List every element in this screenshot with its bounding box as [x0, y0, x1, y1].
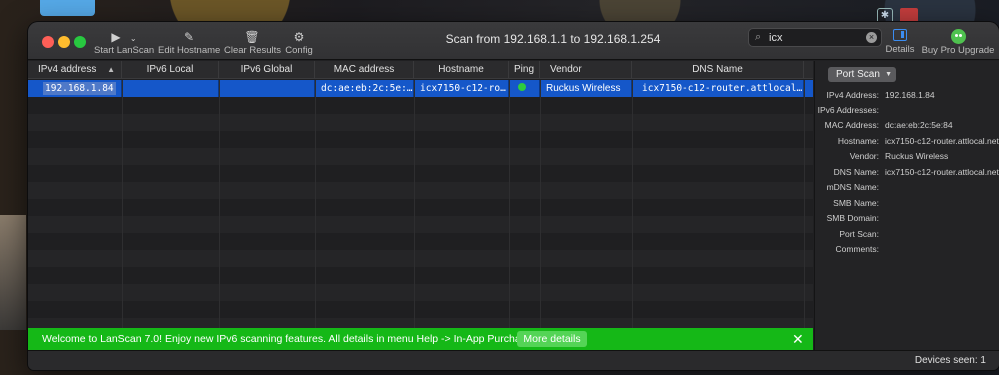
title-bar: ▶ ⌄ Start LanScan ✎ Edit Hostname 🗑 Clea…: [28, 22, 999, 60]
results-table: IPv4 address ▲ IPv6 Local IPv6 Global MA…: [28, 61, 813, 328]
table-row-empty: [28, 165, 813, 182]
column-divider: [315, 80, 316, 328]
column-header-mac[interactable]: MAC address: [315, 61, 414, 79]
column-divider: [219, 80, 220, 328]
window-title: Scan from 192.168.1.1 to 192.168.1.254: [445, 32, 661, 46]
column-header-ipv4[interactable]: IPv4 address ▲: [28, 61, 122, 79]
table-row-empty: [28, 250, 813, 267]
close-icon[interactable]: ✕: [792, 329, 804, 349]
column-divider: [509, 80, 510, 328]
close-window-button[interactable]: [42, 36, 54, 48]
trash-icon: 🗑: [244, 30, 260, 44]
column-header-ipv6-global[interactable]: IPv6 Global: [219, 61, 315, 79]
chevron-down-icon: ▼: [885, 71, 892, 78]
table-row-empty: [28, 267, 813, 284]
buy-pro-button[interactable]: Buy Pro Upgrade: [921, 29, 995, 56]
status-bar: Devices seen: 1: [28, 350, 999, 370]
table-row-empty: [28, 318, 813, 328]
table-body: 192.168.1.84 dc:ae:eb:2c:5e:84 icx7150-c…: [28, 80, 813, 328]
minimize-window-button[interactable]: [58, 36, 70, 48]
chevron-down-icon[interactable]: ⌄: [130, 34, 137, 43]
config-button[interactable]: ⚙ Config: [284, 29, 314, 59]
table-row-empty: [28, 131, 813, 148]
detail-smb-domain: SMB Domain:: [826, 213, 879, 223]
table-header: IPv4 address ▲ IPv6 Local IPv6 Global MA…: [28, 61, 813, 79]
column-header-dns[interactable]: DNS Name: [632, 61, 804, 79]
table-row-empty: [28, 284, 813, 301]
pencil-icon: ✎: [183, 30, 195, 44]
cell-ipv6-global: [219, 80, 315, 97]
more-details-button[interactable]: More details: [517, 331, 587, 347]
ping-online-icon: [518, 83, 526, 91]
column-header-hostname[interactable]: Hostname: [414, 61, 509, 79]
detail-comments: Comments:: [835, 244, 879, 254]
cell-ipv4: 192.168.1.84: [28, 80, 122, 97]
gear-icon: ⚙: [293, 30, 305, 44]
detail-ipv4: IPv4 Address: 192.168.1.84: [826, 90, 935, 100]
detail-dns: DNS Name: icx7150-c12-router.attlocal.net: [833, 167, 999, 177]
cell-ipv6-local: [122, 80, 219, 97]
table-row-empty: [28, 182, 813, 199]
cell-vendor: Ruckus Wireless: [540, 80, 632, 97]
column-header-ping[interactable]: Ping: [509, 61, 540, 79]
column-divider: [540, 80, 541, 328]
desktop-window-edge: [40, 0, 95, 16]
detail-ipv6: IPv6 Addresses:: [817, 105, 879, 115]
table-row-empty: [28, 199, 813, 216]
frog-icon: [950, 29, 966, 44]
table-row-empty: [28, 114, 813, 131]
detail-hostname: Hostname: icx7150-c12-router.attlocal.net: [837, 136, 999, 146]
detail-port-scan: Port Scan:: [839, 229, 879, 239]
cell-dns: icx7150-c12-router.attlocal.net: [632, 80, 804, 97]
port-scan-dropdown[interactable]: Port Scan ▼: [828, 67, 896, 82]
column-header-ipv6-local[interactable]: IPv6 Local: [122, 61, 219, 79]
play-icon: ▶ ⌄: [111, 30, 137, 44]
detail-smb-name: SMB Name:: [833, 198, 879, 208]
column-divider: [632, 80, 633, 328]
detail-vendor: Vendor: Ruckus Wireless: [849, 151, 949, 161]
detail-mac: MAC Address: dc:ae:eb:2c:5e:84: [824, 120, 953, 130]
detail-mdns: mDNS Name:: [826, 182, 879, 192]
search-input[interactable]: [769, 30, 859, 45]
welcome-banner: Welcome to LanScan 7.0! Enjoy new IPv6 s…: [28, 328, 813, 350]
cell-ping: [509, 80, 540, 97]
search-field[interactable]: ⌕ ×: [748, 28, 882, 47]
column-header-vendor[interactable]: Vendor: [540, 61, 632, 79]
cell-hostname: icx7150-c12-router.attlocal.net: [414, 80, 509, 97]
devices-seen-count: Devices seen: 1: [914, 355, 986, 366]
details-button[interactable]: Details: [883, 29, 917, 55]
table-row[interactable]: 192.168.1.84 dc:ae:eb:2c:5e:84 icx7150-c…: [28, 80, 813, 97]
sort-ascending-icon: ▲: [107, 65, 115, 74]
column-divider: [122, 80, 123, 328]
clear-search-icon[interactable]: ×: [866, 32, 877, 43]
table-row-empty: [28, 301, 813, 318]
desktop-thumbnail: [0, 215, 26, 330]
column-divider: [804, 80, 805, 328]
column-divider: [414, 80, 415, 328]
start-scan-button[interactable]: ▶ ⌄ Start LanScan: [94, 29, 154, 59]
table-row-empty: [28, 216, 813, 233]
table-row-empty: [28, 233, 813, 250]
clear-results-button[interactable]: 🗑 Clear Results: [224, 29, 281, 59]
zoom-window-button[interactable]: [74, 36, 86, 48]
details-panel: Port Scan ▼ IPv4 Address: 192.168.1.84 IP…: [814, 61, 999, 350]
edit-hostname-button[interactable]: ✎ Edit Hostname: [158, 29, 220, 59]
sidebar-icon: [893, 29, 907, 41]
lanscan-window: ▶ ⌄ Start LanScan ✎ Edit Hostname 🗑 Clea…: [28, 22, 999, 370]
search-icon: ⌕: [755, 31, 762, 43]
cell-mac: dc:ae:eb:2c:5e:84: [315, 80, 414, 97]
table-row-empty: [28, 97, 813, 114]
banner-message: Welcome to LanScan 7.0! Enjoy new IPv6 s…: [42, 333, 538, 345]
table-row-empty: [28, 148, 813, 165]
